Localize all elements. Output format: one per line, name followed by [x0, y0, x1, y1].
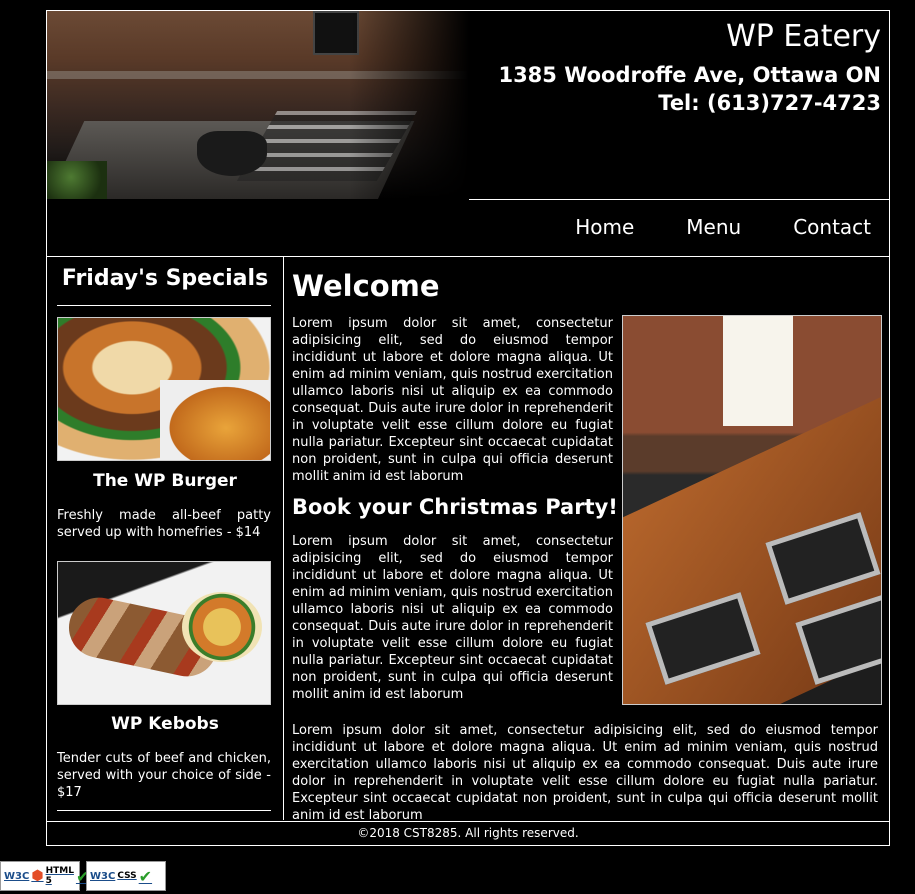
dining-room-image	[622, 315, 882, 705]
w3c-logo-icon: W3C	[90, 870, 116, 882]
page-container: WP Eatery 1385 Woodroffe Ave, Ottawa ON …	[46, 10, 890, 846]
main-nav: Home Menu Contact	[575, 215, 871, 239]
restaurant-phone: Tel: (613)727-4723	[658, 91, 881, 115]
nav-menu-link[interactable]: Menu	[686, 215, 741, 239]
dish-name: WP Kebobs	[111, 714, 219, 734]
christmas-party-heading: Book your Christmas Party!	[292, 495, 618, 519]
w3c-logo-icon: W3C	[4, 870, 30, 882]
specials-sidebar: Friday's Specials The WP Burger Freshly …	[47, 257, 283, 820]
dish-name: The WP Burger	[93, 471, 237, 491]
kebab-image	[57, 561, 271, 705]
nav-home-link[interactable]: Home	[575, 215, 634, 239]
welcome-heading: Welcome	[292, 269, 440, 303]
css-validator-badge[interactable]: W3C CSS ✔	[86, 861, 166, 891]
welcome-paragraph: Lorem ipsum dolor sit amet, consectetur …	[292, 316, 613, 484]
dish-description: Tender cuts of beef and chicken, served …	[57, 751, 271, 800]
sidebar-divider	[57, 305, 271, 306]
nav-contact-link[interactable]: Contact	[793, 215, 871, 239]
burger-image	[57, 317, 271, 461]
footer-divider	[47, 821, 889, 822]
html5-icon: ⬢	[31, 868, 44, 884]
html5-validator-badge[interactable]: W3C ⬢ HTML 5 ✔	[0, 861, 89, 891]
validation-badges: W3C ⬢ HTML 5 ✔ W3C CSS ✔	[0, 861, 166, 891]
christmas-paragraph: Lorem ipsum dolor sit amet, consectetur …	[292, 534, 613, 702]
restaurant-name: WP Eatery	[726, 19, 881, 54]
header-kitchen-image	[47, 11, 469, 199]
dish-description: Freshly made all-beef patty served up wi…	[57, 508, 271, 540]
sidebar-divider	[57, 810, 271, 811]
specials-title: Friday's Specials	[61, 266, 269, 291]
check-icon: ✔	[138, 866, 153, 886]
page: { "header": { "restaurant_name": "WP Eat…	[0, 0, 915, 894]
header-title-block: WP Eatery 1385 Woodroffe Ave, Ottawa ON …	[498, 19, 881, 117]
header-divider	[469, 199, 889, 200]
closing-paragraph: Lorem ipsum dolor sit amet, consectetur …	[292, 723, 878, 823]
sidebar-vertical-divider	[283, 257, 284, 820]
restaurant-address: 1385 Woodroffe Ave, Ottawa ON	[498, 63, 881, 87]
footer-copyright: ©2018 CST8285. All rights reserved.	[357, 826, 579, 840]
